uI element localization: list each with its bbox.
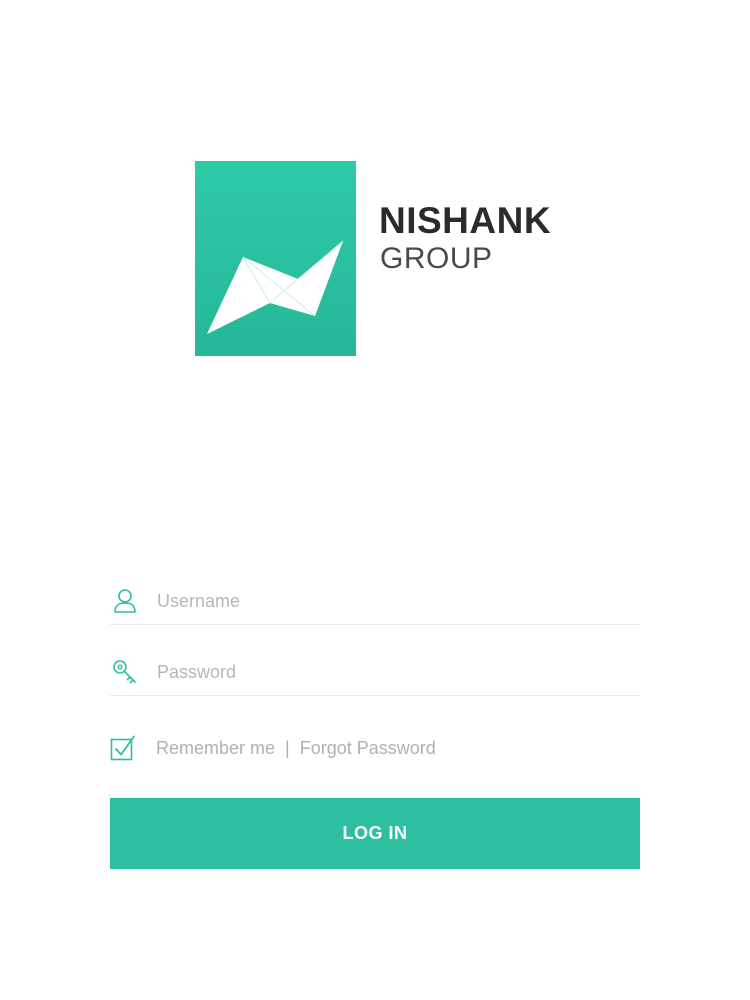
options-row: Remember me | Forgot Password — [110, 733, 640, 763]
password-field — [110, 649, 640, 696]
login-screen: NISHANK GROUP Remember — [0, 0, 750, 1000]
password-input[interactable] — [157, 652, 627, 692]
origami-bird-icon — [207, 240, 344, 334]
remember-me-label[interactable]: Remember me — [156, 738, 275, 759]
checkbox-checked-icon — [110, 735, 135, 761]
user-icon — [111, 587, 139, 615]
username-field — [110, 578, 640, 625]
username-input[interactable] — [157, 581, 627, 621]
logo-mark — [195, 161, 356, 356]
forgot-password-link[interactable]: Forgot Password — [300, 738, 436, 759]
separator: | — [285, 737, 290, 758]
login-button[interactable]: LOG IN — [110, 798, 640, 869]
key-icon — [111, 658, 139, 686]
remember-me-checkbox[interactable] — [110, 735, 136, 761]
brand-subtitle: GROUP — [380, 242, 493, 275]
brand-name: NISHANK — [379, 200, 552, 241]
